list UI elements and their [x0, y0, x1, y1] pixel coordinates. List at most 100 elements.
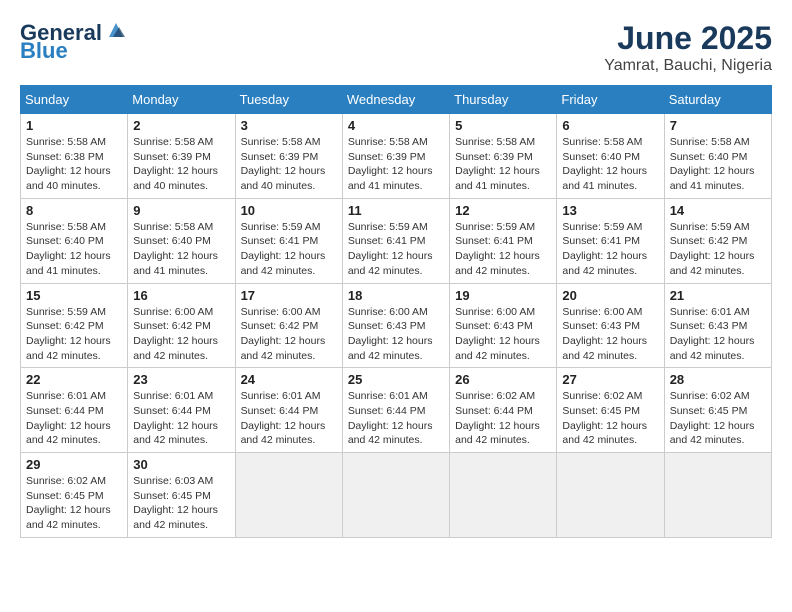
calendar-cell: 14 Sunrise: 5:59 AM Sunset: 6:42 PM Dayli…: [664, 198, 771, 283]
logo: General Blue: [20, 20, 127, 64]
day-info: Sunrise: 5:59 AM Sunset: 6:42 PM Dayligh…: [26, 305, 122, 364]
day-info: Sunrise: 5:58 AM Sunset: 6:39 PM Dayligh…: [133, 135, 229, 194]
day-info: Sunrise: 5:58 AM Sunset: 6:40 PM Dayligh…: [562, 135, 658, 194]
day-header-tuesday: Tuesday: [235, 86, 342, 114]
day-info: Sunrise: 5:58 AM Sunset: 6:40 PM Dayligh…: [26, 220, 122, 279]
logo-icon: [105, 19, 127, 41]
day-info: Sunrise: 6:03 AM Sunset: 6:45 PM Dayligh…: [133, 474, 229, 533]
day-number: 6: [562, 118, 658, 133]
day-info: Sunrise: 6:00 AM Sunset: 6:43 PM Dayligh…: [455, 305, 551, 364]
day-info: Sunrise: 6:01 AM Sunset: 6:44 PM Dayligh…: [26, 389, 122, 448]
day-number: 21: [670, 288, 766, 303]
calendar-week-row: 29Sunrise: 6:02 AM Sunset: 6:45 PM Dayli…: [21, 453, 772, 538]
calendar-cell: 25 Sunrise: 6:01 AM Sunset: 6:44 PM Dayli…: [342, 368, 449, 453]
calendar-cell: 16 Sunrise: 6:00 AM Sunset: 6:42 PM Dayli…: [128, 283, 235, 368]
day-number: 7: [670, 118, 766, 133]
day-info: Sunrise: 5:58 AM Sunset: 6:39 PM Dayligh…: [348, 135, 444, 194]
day-info: Sunrise: 6:00 AM Sunset: 6:43 PM Dayligh…: [348, 305, 444, 364]
day-number: 4: [348, 118, 444, 133]
logo-blue: Blue: [20, 38, 68, 64]
day-number: 2: [133, 118, 229, 133]
calendar-week-row: 22 Sunrise: 6:01 AM Sunset: 6:44 PM Dayli…: [21, 368, 772, 453]
day-number: 25: [348, 372, 444, 387]
day-number: 12: [455, 203, 551, 218]
calendar-cell: 30 Sunrise: 6:03 AM Sunset: 6:45 PM Dayli…: [128, 453, 235, 538]
day-info: Sunrise: 5:59 AM Sunset: 6:41 PM Dayligh…: [455, 220, 551, 279]
calendar-header-row: SundayMondayTuesdayWednesdayThursdayFrid…: [21, 86, 772, 114]
location-title: Yamrat, Bauchi, Nigeria: [604, 57, 772, 75]
day-number: 3: [241, 118, 337, 133]
day-number: 11: [348, 203, 444, 218]
day-number: 22: [26, 372, 122, 387]
day-number: 5: [455, 118, 551, 133]
day-info: Sunrise: 5:59 AM Sunset: 6:41 PM Dayligh…: [562, 220, 658, 279]
calendar-cell: 13 Sunrise: 5:59 AM Sunset: 6:41 PM Dayli…: [557, 198, 664, 283]
day-number: 20: [562, 288, 658, 303]
day-info: Sunrise: 5:58 AM Sunset: 6:39 PM Dayligh…: [241, 135, 337, 194]
day-number: 17: [241, 288, 337, 303]
day-header-thursday: Thursday: [450, 86, 557, 114]
calendar-cell: 20 Sunrise: 6:00 AM Sunset: 6:43 PM Dayli…: [557, 283, 664, 368]
day-number: 18: [348, 288, 444, 303]
day-info: Sunrise: 6:02 AM Sunset: 6:44 PM Dayligh…: [455, 389, 551, 448]
day-info: Sunrise: 6:01 AM Sunset: 6:44 PM Dayligh…: [348, 389, 444, 448]
day-info: Sunrise: 5:58 AM Sunset: 6:40 PM Dayligh…: [133, 220, 229, 279]
day-info: Sunrise: 6:01 AM Sunset: 6:43 PM Dayligh…: [670, 305, 766, 364]
day-header-monday: Monday: [128, 86, 235, 114]
calendar-cell: 15 Sunrise: 5:59 AM Sunset: 6:42 PM Dayli…: [21, 283, 128, 368]
day-number: 30: [133, 457, 229, 472]
day-header-saturday: Saturday: [664, 86, 771, 114]
day-number: 27: [562, 372, 658, 387]
calendar-cell: [664, 453, 771, 538]
day-number: 15: [26, 288, 122, 303]
day-info: Sunrise: 6:01 AM Sunset: 6:44 PM Dayligh…: [133, 389, 229, 448]
day-header-wednesday: Wednesday: [342, 86, 449, 114]
day-info: Sunrise: 5:59 AM Sunset: 6:42 PM Dayligh…: [670, 220, 766, 279]
calendar-cell: [557, 453, 664, 538]
calendar-cell: 17 Sunrise: 6:00 AM Sunset: 6:42 PM Dayli…: [235, 283, 342, 368]
calendar-cell: 26 Sunrise: 6:02 AM Sunset: 6:44 PM Dayli…: [450, 368, 557, 453]
day-number: 16: [133, 288, 229, 303]
calendar-cell: 19 Sunrise: 6:00 AM Sunset: 6:43 PM Dayli…: [450, 283, 557, 368]
calendar-cell: 22 Sunrise: 6:01 AM Sunset: 6:44 PM Dayli…: [21, 368, 128, 453]
day-number: 23: [133, 372, 229, 387]
day-number: 28: [670, 372, 766, 387]
day-info: Sunrise: 5:58 AM Sunset: 6:40 PM Dayligh…: [670, 135, 766, 194]
calendar-cell: 18 Sunrise: 6:00 AM Sunset: 6:43 PM Dayli…: [342, 283, 449, 368]
calendar-cell: 8Sunrise: 5:58 AM Sunset: 6:40 PM Daylig…: [21, 198, 128, 283]
day-number: 13: [562, 203, 658, 218]
calendar-cell: 6 Sunrise: 5:58 AM Sunset: 6:40 PM Daylig…: [557, 114, 664, 199]
day-info: Sunrise: 6:00 AM Sunset: 6:42 PM Dayligh…: [133, 305, 229, 364]
calendar-cell: 27 Sunrise: 6:02 AM Sunset: 6:45 PM Dayli…: [557, 368, 664, 453]
day-info: Sunrise: 6:02 AM Sunset: 6:45 PM Dayligh…: [562, 389, 658, 448]
day-header-sunday: Sunday: [21, 86, 128, 114]
calendar-week-row: 15 Sunrise: 5:59 AM Sunset: 6:42 PM Dayli…: [21, 283, 772, 368]
calendar-cell: 2 Sunrise: 5:58 AM Sunset: 6:39 PM Daylig…: [128, 114, 235, 199]
calendar-cell: [235, 453, 342, 538]
calendar-cell: 9 Sunrise: 5:58 AM Sunset: 6:40 PM Daylig…: [128, 198, 235, 283]
day-info: Sunrise: 6:00 AM Sunset: 6:42 PM Dayligh…: [241, 305, 337, 364]
day-number: 9: [133, 203, 229, 218]
day-info: Sunrise: 5:59 AM Sunset: 6:41 PM Dayligh…: [241, 220, 337, 279]
calendar-cell: 21 Sunrise: 6:01 AM Sunset: 6:43 PM Dayli…: [664, 283, 771, 368]
calendar-cell: 10 Sunrise: 5:59 AM Sunset: 6:41 PM Dayli…: [235, 198, 342, 283]
day-info: Sunrise: 6:02 AM Sunset: 6:45 PM Dayligh…: [670, 389, 766, 448]
day-info: Sunrise: 6:01 AM Sunset: 6:44 PM Dayligh…: [241, 389, 337, 448]
calendar-table: SundayMondayTuesdayWednesdayThursdayFrid…: [20, 85, 772, 538]
calendar-week-row: 8Sunrise: 5:58 AM Sunset: 6:40 PM Daylig…: [21, 198, 772, 283]
page-header: General Blue June 2025 Yamrat, Bauchi, N…: [20, 20, 772, 75]
day-info: Sunrise: 6:00 AM Sunset: 6:43 PM Dayligh…: [562, 305, 658, 364]
day-number: 10: [241, 203, 337, 218]
calendar-cell: 1Sunrise: 5:58 AM Sunset: 6:38 PM Daylig…: [21, 114, 128, 199]
day-number: 14: [670, 203, 766, 218]
day-number: 29: [26, 457, 122, 472]
day-number: 19: [455, 288, 551, 303]
title-area: June 2025 Yamrat, Bauchi, Nigeria: [604, 20, 772, 75]
calendar-cell: 3 Sunrise: 5:58 AM Sunset: 6:39 PM Daylig…: [235, 114, 342, 199]
day-number: 24: [241, 372, 337, 387]
calendar-cell: 28 Sunrise: 6:02 AM Sunset: 6:45 PM Dayli…: [664, 368, 771, 453]
month-title: June 2025: [604, 20, 772, 57]
day-info: Sunrise: 5:58 AM Sunset: 6:38 PM Dayligh…: [26, 135, 122, 194]
day-number: 26: [455, 372, 551, 387]
calendar-cell: 7 Sunrise: 5:58 AM Sunset: 6:40 PM Daylig…: [664, 114, 771, 199]
